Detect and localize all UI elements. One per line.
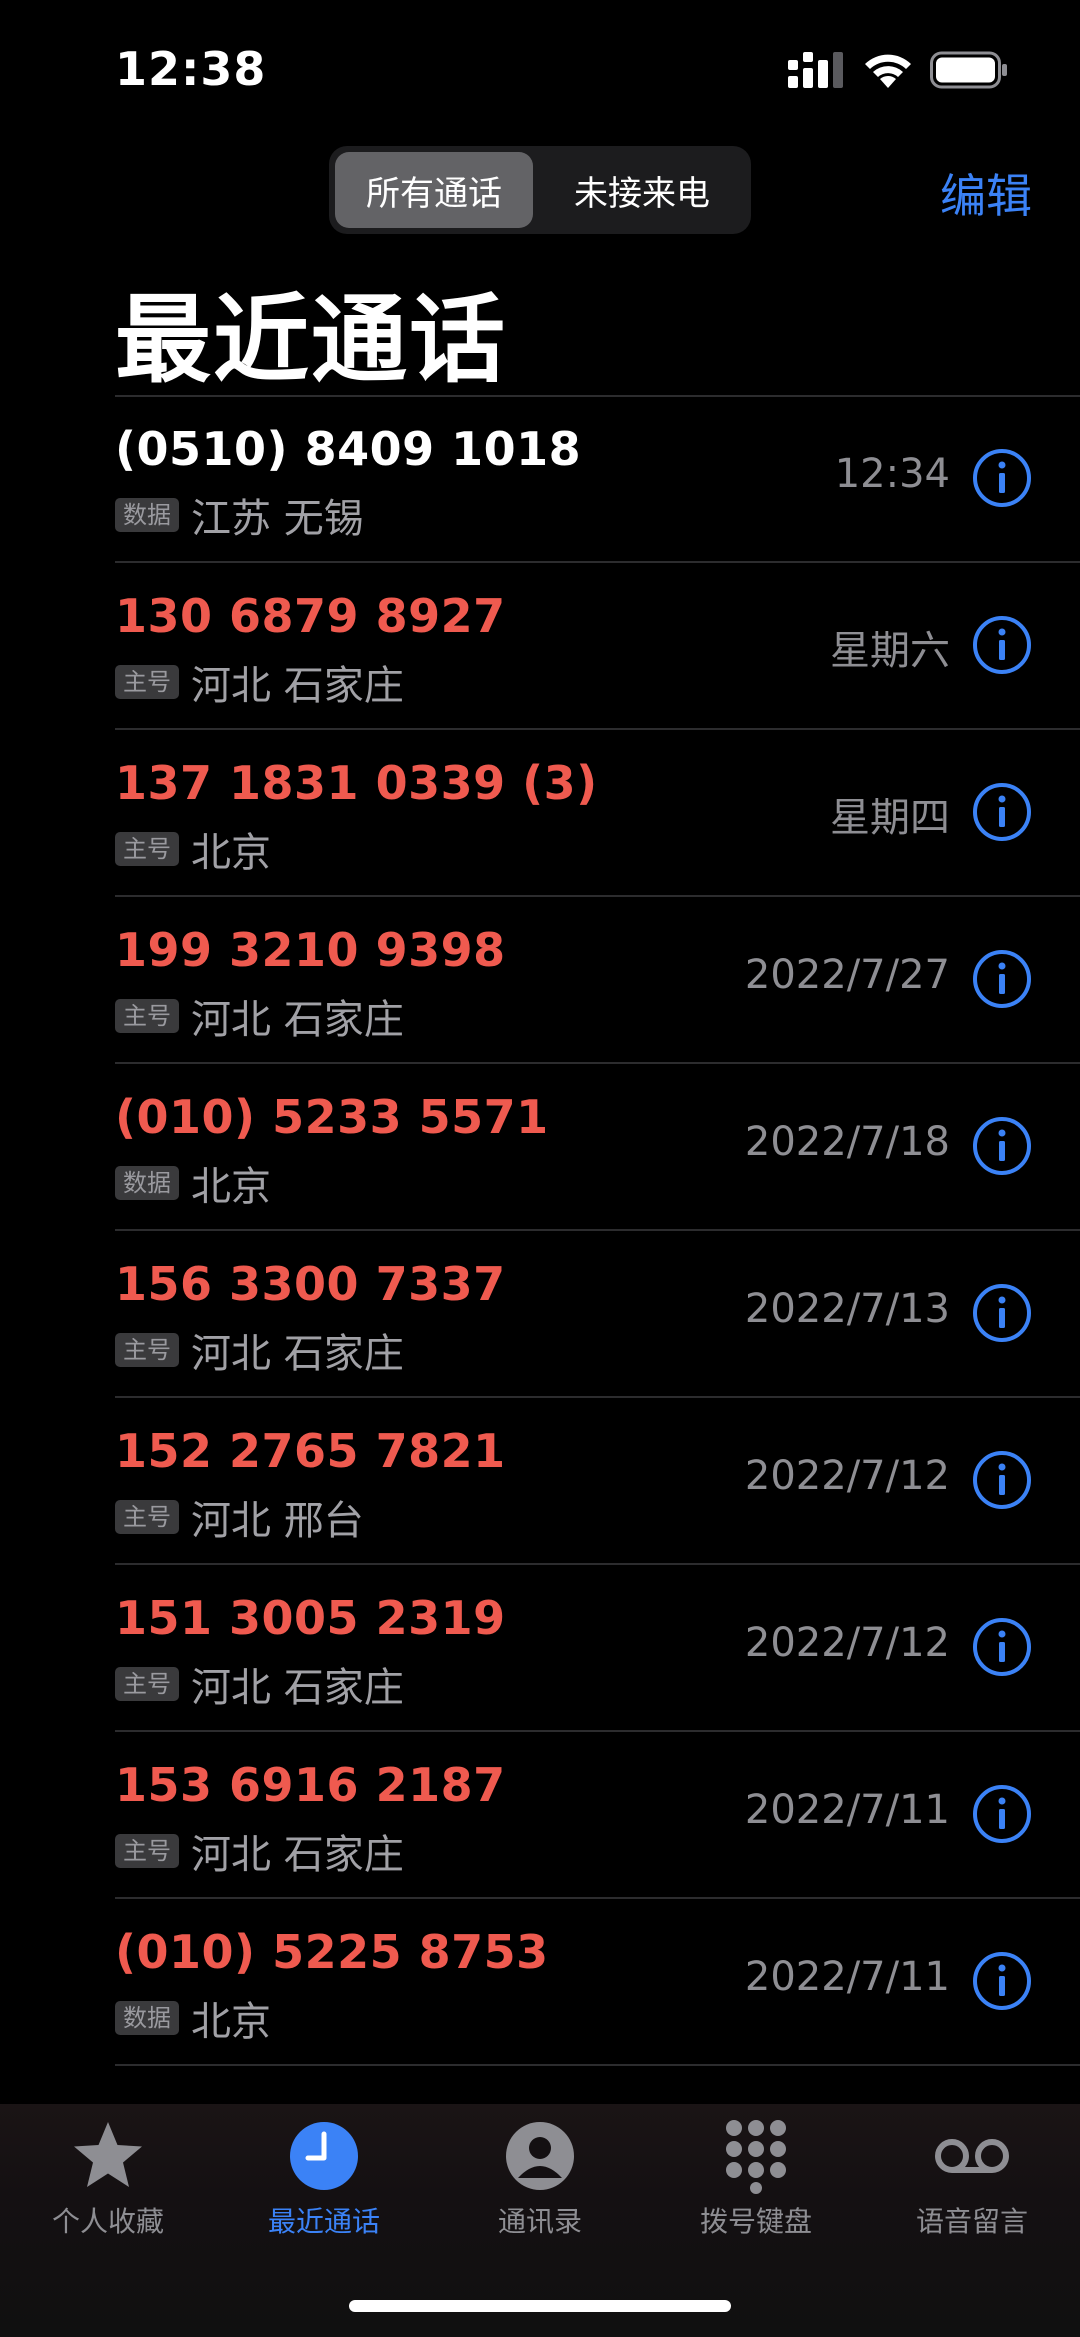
call-date: 星期六	[830, 628, 950, 674]
recent-calls-list: (0510) 8409 1018 数据 江苏 无锡 12:34 130 6879…	[0, 395, 1080, 2066]
info-icon[interactable]	[972, 1784, 1032, 1844]
call-number: 156 3300 7337	[115, 1257, 506, 1311]
call-subtitle: 主号 河北 石家庄	[115, 1321, 404, 1379]
line-badge: 主号	[115, 1667, 179, 1701]
page-title: 最近通话	[115, 284, 507, 396]
tab-label: 个人收藏	[51, 2205, 164, 2238]
call-row[interactable]: 130 6879 8927 主号 河北 石家庄 星期六	[0, 563, 1080, 730]
divider	[115, 2064, 1080, 2066]
tab-label: 通讯录	[497, 2205, 582, 2238]
call-subtitle: 数据 北京	[115, 1154, 271, 1212]
tab-label: 最近通话	[267, 2205, 380, 2238]
info-icon[interactable]	[972, 448, 1032, 508]
call-number: 153 6916 2187	[115, 1758, 506, 1812]
info-icon[interactable]	[972, 1450, 1032, 1510]
call-filter-segmented-control: 所有通话 未接来电	[329, 146, 751, 234]
status-bar: 12:38	[0, 0, 1080, 130]
tab-keypad[interactable]: 拨号键盘	[648, 2118, 864, 2268]
call-date: 星期四	[830, 795, 950, 841]
star-icon	[74, 2122, 142, 2187]
line-badge: 主号	[115, 832, 179, 866]
call-row[interactable]: 153 6916 2187 主号 河北 石家庄 2022/7/11	[0, 1732, 1080, 1899]
tab-favorites[interactable]: 个人收藏	[0, 2118, 216, 2268]
call-subtitle: 数据 江苏 无锡	[115, 486, 364, 544]
call-location: 北京	[191, 1999, 271, 2045]
call-subtitle: 主号 河北 邢台	[115, 1488, 364, 1546]
call-subtitle: 主号 河北 石家庄	[115, 653, 404, 711]
info-icon[interactable]	[972, 1617, 1032, 1677]
info-icon[interactable]	[972, 1951, 1032, 2011]
line-badge: 主号	[115, 1500, 179, 1534]
call-date: 2022/7/18	[744, 1119, 950, 1165]
call-number: 199 3210 9398	[115, 923, 506, 977]
call-subtitle: 数据 北京	[115, 1989, 271, 2047]
call-location: 河北 石家庄	[191, 1832, 404, 1878]
call-date: 2022/7/11	[744, 1787, 950, 1833]
call-number: (0510) 8409 1018	[115, 422, 582, 476]
call-number: (010) 5233 5571	[115, 1090, 549, 1144]
call-number: 151 3005 2319	[115, 1591, 506, 1645]
call-subtitle: 主号 河北 石家庄	[115, 1655, 404, 1713]
wifi-icon	[865, 54, 911, 88]
battery-icon	[930, 51, 1007, 89]
status-time: 12:38	[115, 42, 267, 96]
tab-contacts[interactable]: 通讯录	[432, 2118, 648, 2268]
call-location: 北京	[191, 830, 271, 876]
call-subtitle: 主号 河北 石家庄	[115, 1822, 404, 1880]
voicemail-icon	[935, 2139, 1009, 2173]
line-badge: 数据	[115, 498, 179, 532]
call-location: 河北 邢台	[191, 1498, 364, 1544]
call-date: 2022/7/12	[744, 1453, 950, 1499]
person-icon	[506, 2122, 574, 2190]
call-location: 江苏 无锡	[191, 496, 364, 542]
line-badge: 数据	[115, 2001, 179, 2035]
line-badge: 主号	[115, 665, 179, 699]
call-location: 河北 石家庄	[191, 1665, 404, 1711]
call-number: 152 2765 7821	[115, 1424, 506, 1478]
keypad-icon	[726, 2120, 786, 2194]
call-location: 河北 石家庄	[191, 997, 404, 1043]
call-date: 2022/7/11	[744, 1954, 950, 2000]
info-icon[interactable]	[972, 1283, 1032, 1343]
segment-missed-calls[interactable]: 未接来电	[543, 152, 741, 228]
info-icon[interactable]	[972, 615, 1032, 675]
call-number: 137 1831 0339 (3)	[115, 756, 598, 810]
call-date: 12:34	[834, 451, 950, 497]
call-location: 北京	[191, 1164, 271, 1210]
tab-voicemail[interactable]: 语音留言	[864, 2118, 1080, 2268]
info-icon[interactable]	[972, 782, 1032, 842]
call-row[interactable]: (010) 5233 5571 数据 北京 2022/7/18	[0, 1064, 1080, 1231]
call-date: 2022/7/27	[744, 952, 950, 998]
home-indicator[interactable]	[349, 2300, 731, 2312]
call-location: 河北 石家庄	[191, 1331, 404, 1377]
line-badge: 主号	[115, 1834, 179, 1868]
call-number: 130 6879 8927	[115, 589, 506, 643]
line-badge: 主号	[115, 999, 179, 1033]
call-row[interactable]: (0510) 8409 1018 数据 江苏 无锡 12:34	[0, 396, 1080, 563]
tab-label: 语音留言	[915, 2205, 1028, 2238]
tab-label: 拨号键盘	[699, 2205, 812, 2238]
call-subtitle: 主号 河北 石家庄	[115, 987, 404, 1045]
call-date: 2022/7/13	[744, 1286, 950, 1332]
call-date: 2022/7/12	[744, 1620, 950, 1666]
clock-icon	[290, 2122, 358, 2190]
line-badge: 数据	[115, 1166, 179, 1200]
info-icon[interactable]	[972, 1116, 1032, 1176]
segment-all-calls[interactable]: 所有通话	[335, 152, 533, 228]
call-row[interactable]: 199 3210 9398 主号 河北 石家庄 2022/7/27	[0, 897, 1080, 1064]
cellular-signal-icon	[788, 52, 843, 88]
call-row[interactable]: 137 1831 0339 (3) 主号 北京 星期四	[0, 730, 1080, 897]
call-row[interactable]: (010) 5225 8753 数据 北京 2022/7/11	[0, 1899, 1080, 2066]
line-badge: 主号	[115, 1333, 179, 1367]
call-location: 河北 石家庄	[191, 663, 404, 709]
tab-recents[interactable]: 最近通话	[216, 2118, 432, 2268]
call-subtitle: 主号 北京	[115, 820, 271, 878]
call-row[interactable]: 151 3005 2319 主号 河北 石家庄 2022/7/12	[0, 1565, 1080, 1732]
info-icon[interactable]	[972, 949, 1032, 1009]
call-row[interactable]: 152 2765 7821 主号 河北 邢台 2022/7/12	[0, 1398, 1080, 1565]
call-number: (010) 5225 8753	[115, 1925, 549, 1979]
edit-button[interactable]: 编辑	[940, 160, 1032, 226]
call-row[interactable]: 156 3300 7337 主号 河北 石家庄 2022/7/13	[0, 1231, 1080, 1398]
